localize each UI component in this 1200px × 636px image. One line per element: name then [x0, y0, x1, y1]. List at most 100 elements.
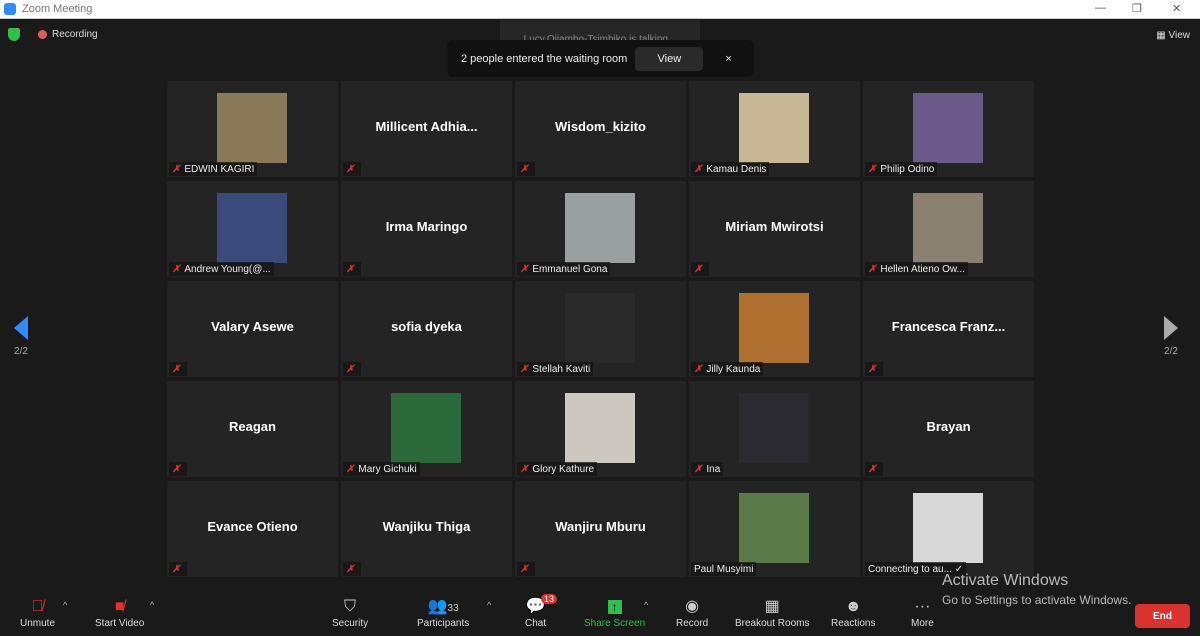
participant-tile[interactable]: sofia dyeka ✗ — [341, 281, 512, 377]
security-button[interactable]: ⛉ Security — [332, 596, 368, 629]
muted-mic-icon: ✗ — [172, 363, 181, 375]
participant-name: Wanjiru Mburu — [555, 519, 646, 534]
participant-name: Wisdom_kizito — [555, 119, 646, 134]
participant-tile[interactable]: Millicent Adhia... ✗ — [341, 81, 512, 177]
participant-name-label: ✗ — [343, 362, 362, 376]
participant-name-label: ✗ Emmanuel Gona — [517, 262, 611, 276]
participant-name-label: ✗ — [169, 362, 188, 376]
participant-video — [565, 193, 635, 263]
participant-tile[interactable]: Brayan ✗ — [863, 381, 1034, 477]
waiting-room-notification: 2 people entered the waiting room View × — [447, 40, 754, 77]
muted-mic-icon: ✗ — [520, 263, 529, 275]
participant-name: Irma Maringo — [385, 219, 468, 234]
start-video-button[interactable]: ■̸ Start Video — [95, 596, 144, 629]
view-layout-button[interactable]: ▦ View — [1156, 30, 1190, 41]
participant-tile[interactable]: Irma Maringo ✗ — [341, 181, 512, 277]
unmute-button[interactable]: 🎙̸ Unmute — [20, 596, 55, 629]
muted-mic-icon: ✗ — [346, 563, 355, 575]
participant-name-label: ✗ Philip Odino — [865, 162, 938, 176]
more-button[interactable]: ··· More — [911, 596, 934, 629]
participant-name-label: ✗ Jilly Kaunda — [691, 362, 764, 376]
participant-name-label: ✗ — [691, 262, 710, 276]
participant-tile[interactable]: ✗ Glory Kathure — [515, 381, 686, 477]
participant-tile[interactable]: ✗ Andrew Young(@... — [167, 181, 338, 277]
participant-tile[interactable]: ✗ Kamau Denis — [689, 81, 860, 177]
participant-tile[interactable]: ✗ Philip Odino — [863, 81, 1034, 177]
participant-tile[interactable]: Wanjiku Thiga ✗ — [341, 481, 512, 577]
participant-video — [913, 193, 983, 263]
participant-name: Hellen Atieno Ow... — [880, 263, 965, 275]
participant-tile[interactable]: ✗ Emmanuel Gona — [515, 181, 686, 277]
participant-tile[interactable]: Paul Musyimi — [689, 481, 860, 577]
muted-mic-icon: ✗ — [868, 263, 877, 275]
participant-name: Francesca Franz... — [891, 319, 1006, 334]
participant-video — [565, 293, 635, 363]
participant-name-label: ✗ — [517, 562, 536, 576]
minimize-button[interactable]: — — [1095, 2, 1106, 14]
participants-button[interactable]: 👥33 Participants — [417, 596, 469, 629]
video-off-icon: ■̸ — [114, 598, 125, 615]
security-shield-icon[interactable] — [8, 28, 20, 41]
participant-tile[interactable]: Wanjiru Mburu ✗ — [515, 481, 686, 577]
chat-button[interactable]: 💬 13 Chat — [525, 594, 558, 629]
participant-tile[interactable]: ✗ Mary Gichuki — [341, 381, 512, 477]
record-button[interactable]: ◉ Record — [676, 596, 708, 629]
video-options-caret[interactable]: ^ — [150, 600, 154, 610]
muted-mic-icon: ✗ — [694, 363, 703, 375]
previous-page-button[interactable]: 2/2 — [14, 316, 28, 357]
muted-mic-icon: ✗ — [172, 463, 181, 475]
muted-mic-icon: ✗ — [172, 563, 181, 575]
share-screen-button[interactable]: ↑ Share Screen — [584, 596, 645, 629]
participant-video — [913, 93, 983, 163]
end-meeting-button[interactable]: End — [1135, 604, 1190, 628]
participant-tile[interactable]: Reagan ✗ — [167, 381, 338, 477]
participant-tile[interactable]: Evance Otieno ✗ — [167, 481, 338, 577]
recording-icon — [38, 30, 47, 39]
participant-tile[interactable]: Valary Asewe ✗ — [167, 281, 338, 377]
muted-mic-icon: ✗ — [172, 163, 181, 175]
muted-mic-icon: ✗ — [346, 263, 355, 275]
close-window-button[interactable]: ✕ — [1172, 2, 1181, 15]
next-page-button[interactable]: 2/2 — [1164, 316, 1178, 357]
muted-mic-icon: ✗ — [346, 463, 355, 475]
share-options-caret[interactable]: ^ — [644, 600, 648, 610]
participant-name-label: ✗ Glory Kathure — [517, 462, 598, 476]
participant-name: Millicent Adhia... — [375, 119, 478, 134]
muted-mic-icon: ✗ — [346, 363, 355, 375]
participant-tile[interactable]: Miriam Mwirotsi ✗ — [689, 181, 860, 277]
participant-name-label: ✗ — [343, 562, 362, 576]
participant-name-label: ✗ EDWIN KAGIRI — [169, 162, 258, 176]
participant-name-label: ✗ Andrew Young(@... — [169, 262, 274, 276]
participant-name-label: ✗ — [169, 562, 188, 576]
participant-tile[interactable]: Wisdom_kizito ✗ — [515, 81, 686, 177]
participant-name-label: Paul Musyimi — [691, 562, 757, 576]
reactions-button[interactable]: ☻ Reactions — [831, 596, 875, 629]
participant-tile[interactable]: ✗ Jilly Kaunda — [689, 281, 860, 377]
audio-options-caret[interactable]: ^ — [63, 600, 67, 610]
participant-name-label: ✗ — [865, 462, 884, 476]
participant-name: Valary Asewe — [211, 319, 294, 334]
participant-name: Mary Gichuki — [358, 463, 417, 475]
zoom-app-icon — [4, 3, 16, 15]
participant-name: Miriam Mwirotsi — [725, 219, 824, 234]
chat-unread-badge: 13 — [541, 594, 558, 604]
participant-tile[interactable]: Connecting to au... ✓ — [863, 481, 1034, 577]
participant-tile[interactable]: ✗ Hellen Atieno Ow... — [863, 181, 1034, 277]
participant-tile[interactable]: Francesca Franz... ✗ — [863, 281, 1034, 377]
participant-name: Glory Kathure — [532, 463, 595, 475]
window-title: Zoom Meeting — [22, 3, 93, 15]
participant-video — [739, 93, 809, 163]
view-waiting-room-button[interactable]: View — [635, 46, 704, 71]
participant-tile[interactable]: ✗ Stellah Kaviti — [515, 281, 686, 377]
close-notification-button[interactable]: × — [725, 53, 731, 65]
muted-mic-icon: ✗ — [520, 563, 529, 575]
muted-mic-icon: ✗ — [172, 263, 181, 275]
participant-tile[interactable]: ✗ Ina — [689, 381, 860, 477]
breakout-rooms-button[interactable]: ▦ Breakout Rooms — [735, 596, 809, 629]
participant-tile[interactable]: ✗ EDWIN KAGIRI — [167, 81, 338, 177]
participant-video — [739, 293, 809, 363]
page-indicator-left: 2/2 — [14, 346, 28, 357]
participants-options-caret[interactable]: ^ — [487, 600, 491, 610]
maximize-button[interactable]: ❐ — [1132, 2, 1142, 15]
recording-label[interactable]: Recording — [52, 29, 98, 40]
